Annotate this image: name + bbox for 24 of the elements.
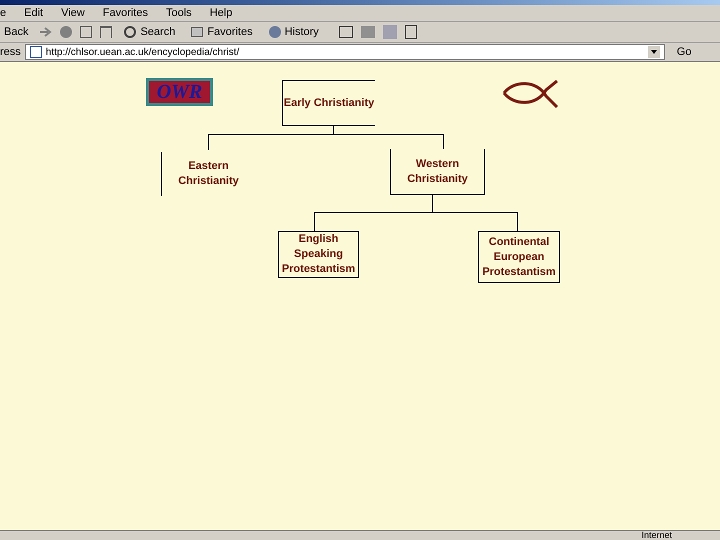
chart-node[interactable]: Early Christianity	[282, 80, 375, 126]
page-icon[interactable]	[404, 25, 417, 39]
chart-node[interactable]: Western Christianity	[390, 149, 485, 195]
status-zone: Internet	[641, 531, 673, 540]
chart-node[interactable]: Continental European Protestantism	[478, 231, 560, 283]
forward-arrow-icon[interactable]	[40, 27, 52, 37]
favorites-button[interactable]: Favorites	[187, 23, 257, 41]
search-button[interactable]: Search	[120, 23, 180, 41]
history-button[interactable]: History	[264, 23, 323, 41]
menu-item[interactable]: Favorites	[102, 4, 148, 22]
address-field[interactable]: http://chlsor.uean.ac.uk/encyclopedia/christ/	[24, 44, 665, 60]
back-button[interactable]: Back	[0, 23, 32, 41]
chart-node[interactable]: English Speaking Protestantism	[278, 231, 359, 278]
address-label: ress	[0, 44, 21, 60]
menu-item[interactable]: View	[61, 4, 85, 22]
menu-item[interactable]: Help	[210, 4, 232, 22]
menu-item[interactable]: e	[0, 4, 6, 22]
menu-item[interactable]: Edit	[24, 4, 44, 22]
chart-node[interactable]: Eastern Christianity	[161, 152, 255, 196]
menu-item[interactable]: Tools	[166, 4, 192, 22]
page-icon	[30, 46, 42, 58]
logo: OWR	[146, 78, 213, 106]
go-button[interactable]: Go	[668, 44, 700, 60]
fish-icon	[502, 80, 559, 108]
